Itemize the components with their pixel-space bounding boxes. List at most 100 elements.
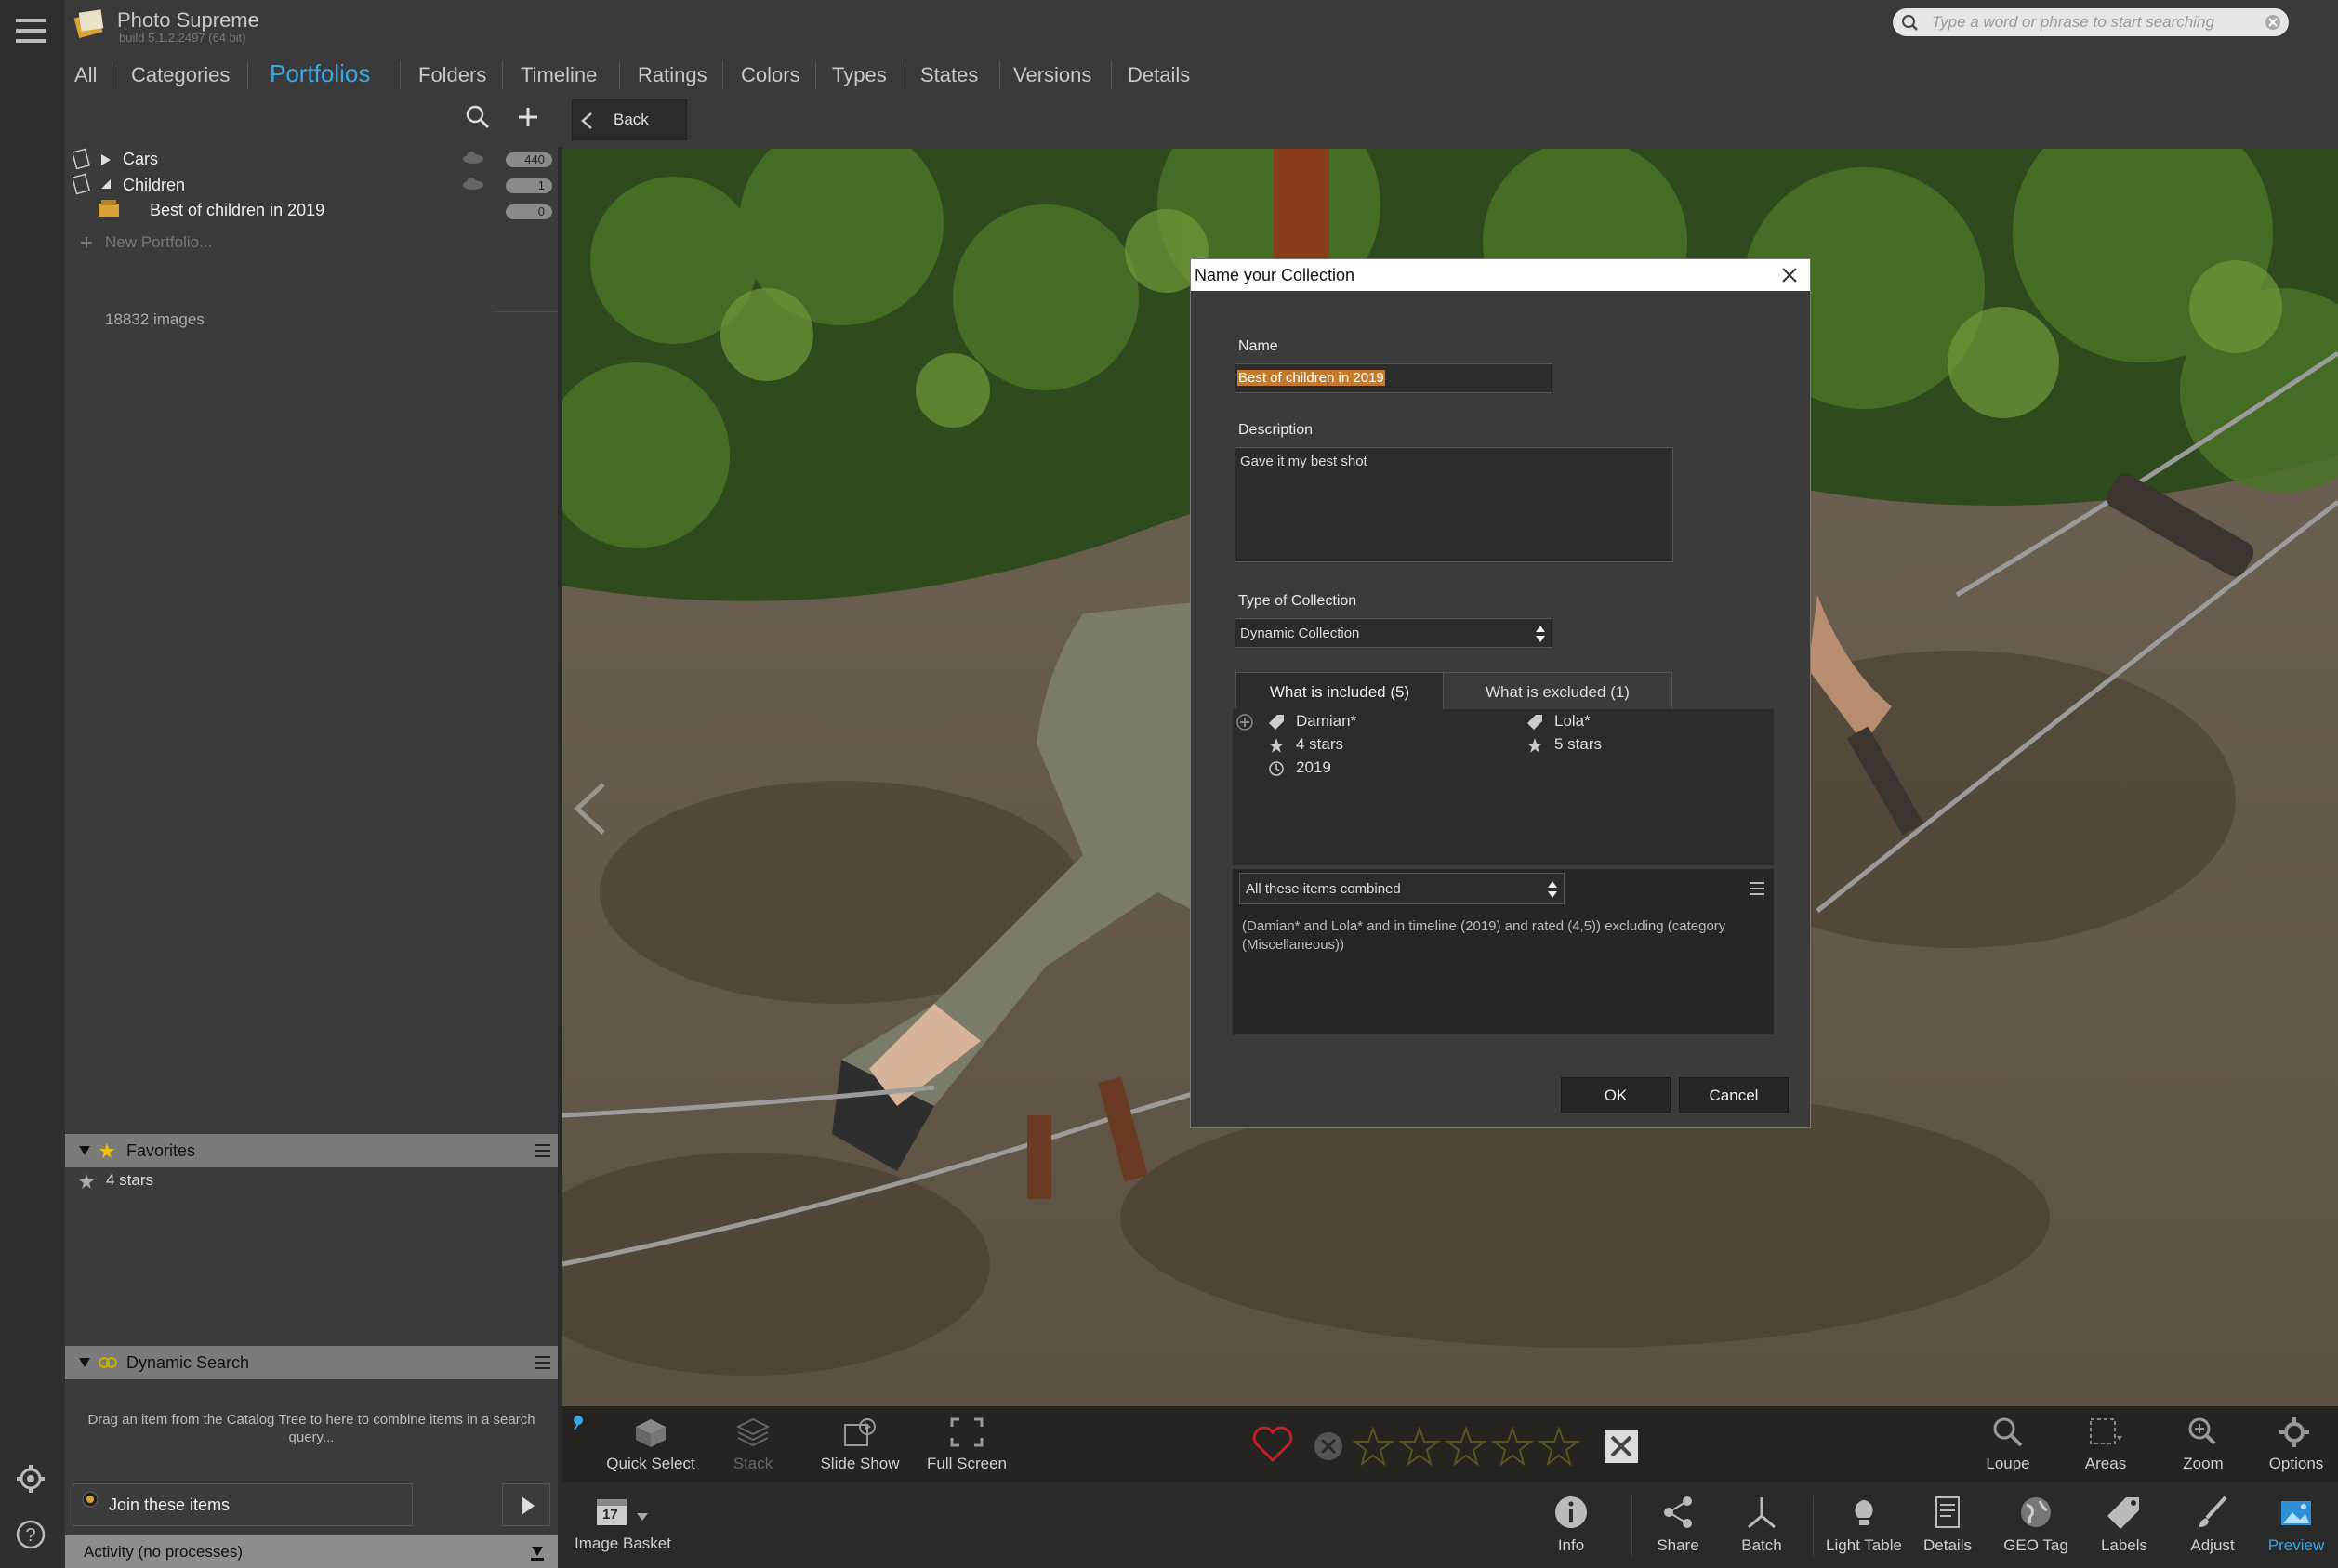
- preview-icon: [2281, 1501, 2311, 1525]
- download-icon[interactable]: [528, 1543, 547, 1561]
- light-table-button[interactable]: Light Table: [1817, 1494, 1910, 1555]
- tree-item-children[interactable]: Children: [123, 176, 185, 195]
- radio-icon: [81, 1490, 99, 1509]
- help-icon[interactable]: ?: [15, 1519, 46, 1550]
- batch-button[interactable]: Batch: [1724, 1494, 1799, 1555]
- name-label: Name: [1238, 338, 1278, 354]
- chevron-left-icon: [580, 112, 593, 130]
- search-input[interactable]: Type a word or phrase to start searching: [1932, 13, 2214, 32]
- share-button[interactable]: Share: [1641, 1494, 1715, 1555]
- labels-button[interactable]: Labels: [2087, 1494, 2161, 1555]
- back-button[interactable]: Back: [572, 99, 687, 140]
- dynamic-search-area[interactable]: Drag an item from the Catalog Tree to he…: [65, 1379, 558, 1533]
- tab-colors[interactable]: Colors: [741, 63, 800, 87]
- previous-image-icon[interactable]: [572, 781, 609, 837]
- menu-icon[interactable]: [535, 1356, 550, 1369]
- dialog-title: Name your Collection: [1195, 266, 1355, 284]
- full-screen-icon: [950, 1417, 984, 1447]
- name-field-value: Best of children in 2019: [1237, 370, 1385, 386]
- collapse-arrow-icon[interactable]: [78, 1145, 91, 1156]
- calendar-day: 17: [602, 1507, 618, 1522]
- add-icon: [80, 236, 93, 249]
- full-screen-button[interactable]: Full Screen: [916, 1416, 1018, 1473]
- info-button[interactable]: Info: [1539, 1494, 1604, 1555]
- add-rule-icon[interactable]: [1235, 713, 1254, 731]
- favorites-header[interactable]: Favorites: [65, 1134, 558, 1167]
- included-item[interactable]: 2019: [1296, 758, 1331, 777]
- collapse-arrow-icon[interactable]: [78, 1357, 91, 1368]
- portfolio-icon: [73, 172, 93, 196]
- favorite-heart-icon[interactable]: [1250, 1423, 1295, 1464]
- expand-arrow-icon[interactable]: [100, 153, 112, 166]
- included-item[interactable]: 4 stars: [1296, 735, 1343, 754]
- tab-folders[interactable]: Folders: [418, 63, 486, 87]
- tab-all[interactable]: All: [74, 63, 97, 87]
- pin-icon[interactable]: [570, 1414, 587, 1430]
- options-button[interactable]: Options: [2259, 1416, 2333, 1473]
- chevron-down-icon[interactable]: [636, 1512, 649, 1522]
- add-portfolio-icon[interactable]: [517, 106, 539, 128]
- tab-excluded-label: What is excluded (1): [1486, 683, 1630, 701]
- tree-item-best-of-children[interactable]: Best of children in 2019: [150, 201, 324, 220]
- portfolio-search-icon[interactable]: [465, 104, 491, 130]
- description-field[interactable]: Gave it my best shot: [1235, 447, 1673, 562]
- preview-button[interactable]: Preview: [2259, 1494, 2333, 1555]
- search-box[interactable]: Type a word or phrase to start searching: [1893, 8, 2289, 36]
- stack-button[interactable]: Stack: [707, 1416, 799, 1473]
- join-items-select[interactable]: Join these items: [73, 1483, 413, 1526]
- quick-select-button[interactable]: Quick Select: [604, 1416, 697, 1473]
- included-item[interactable]: 5 stars: [1554, 735, 1602, 754]
- slide-show-button[interactable]: Slide Show: [809, 1416, 911, 1473]
- reject-icon[interactable]: [1313, 1430, 1344, 1462]
- tab-excluded[interactable]: What is excluded (1): [1444, 672, 1672, 709]
- cancel-button[interactable]: Cancel: [1679, 1077, 1789, 1113]
- tab-portfolios[interactable]: Portfolios: [270, 59, 370, 88]
- query-menu-icon[interactable]: [1750, 882, 1764, 895]
- play-search-button[interactable]: [502, 1483, 550, 1526]
- favorite-item[interactable]: 4 stars: [106, 1171, 153, 1190]
- settings-gear-icon[interactable]: [15, 1463, 46, 1495]
- adjust-button[interactable]: Adjust: [2175, 1494, 2250, 1555]
- zoom-button[interactable]: Zoom: [2166, 1416, 2240, 1473]
- catalog-tabs: All Categories Portfolios Folders Timeli…: [65, 56, 2338, 95]
- areas-button[interactable]: Areas: [2068, 1416, 2143, 1473]
- clear-rating-icon[interactable]: [1604, 1429, 1639, 1464]
- tab-ratings[interactable]: Ratings: [638, 63, 707, 87]
- portfolio-icon: [73, 147, 93, 171]
- image-basket-button[interactable]: 17 Image Basket: [572, 1496, 674, 1553]
- loupe-button[interactable]: Loupe: [1971, 1416, 2045, 1473]
- tag-icon: [1526, 714, 1543, 731]
- activity-label: Activity (no processes): [84, 1543, 243, 1561]
- zoom-icon: [2188, 1417, 2216, 1445]
- star-icon: [1268, 737, 1285, 754]
- tab-versions[interactable]: Versions: [1013, 63, 1091, 87]
- tree-item-cars[interactable]: Cars: [123, 150, 158, 169]
- included-item[interactable]: Damian*: [1296, 712, 1356, 731]
- new-portfolio-link[interactable]: New Portfolio...: [105, 233, 212, 252]
- included-item[interactable]: Lola*: [1554, 712, 1591, 731]
- close-icon[interactable]: [1780, 266, 1799, 284]
- name-field[interactable]: Best of children in 2019: [1235, 363, 1552, 393]
- clear-search-icon[interactable]: [2265, 14, 2281, 31]
- brush-icon: [2199, 1496, 2227, 1527]
- dynamic-search-header[interactable]: Dynamic Search: [65, 1346, 558, 1379]
- tab-timeline[interactable]: Timeline: [521, 63, 597, 87]
- tab-included[interactable]: What is included (5): [1235, 672, 1444, 709]
- app-logo-icon: [73, 6, 106, 39]
- details-button[interactable]: Details: [1915, 1494, 1980, 1555]
- light-bulb-icon: [1855, 1500, 1873, 1525]
- image-count: 18832 images: [105, 310, 205, 328]
- rating-stars[interactable]: [1353, 1427, 1585, 1468]
- tab-categories[interactable]: Categories: [131, 63, 230, 87]
- activity-bar[interactable]: Activity (no processes): [65, 1535, 558, 1568]
- menu-icon[interactable]: [535, 1144, 550, 1157]
- tab-states[interactable]: States: [920, 63, 978, 87]
- ok-button[interactable]: OK: [1561, 1077, 1671, 1113]
- combine-select[interactable]: All these items combined: [1239, 873, 1565, 904]
- hamburger-menu-icon[interactable]: [16, 19, 46, 43]
- collapse-arrow-icon[interactable]: [100, 178, 112, 190]
- type-select[interactable]: Dynamic Collection: [1235, 618, 1552, 648]
- tab-details[interactable]: Details: [1128, 63, 1190, 87]
- tab-types[interactable]: Types: [832, 63, 887, 87]
- geo-tag-button[interactable]: GEO Tag: [1994, 1494, 2078, 1555]
